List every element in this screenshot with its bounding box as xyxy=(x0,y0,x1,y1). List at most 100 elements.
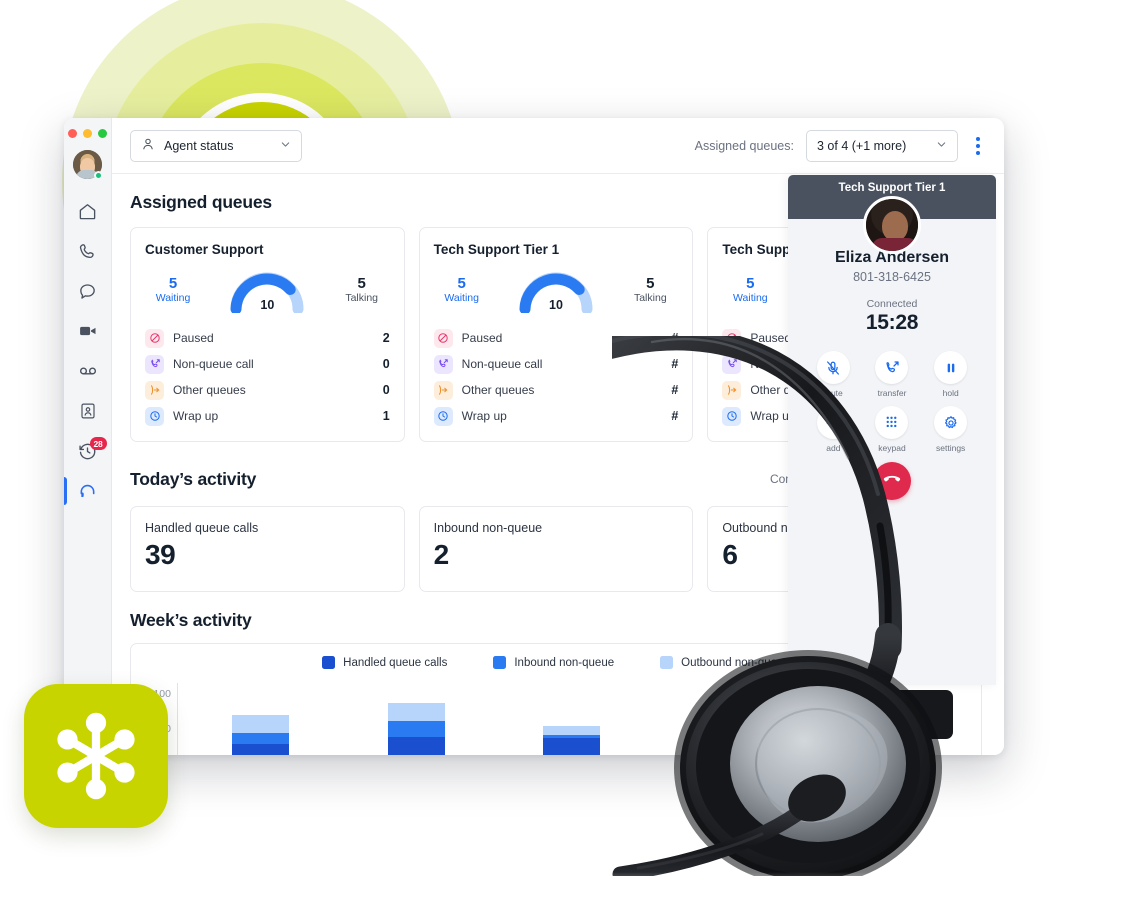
legend-label: Outbound non-queue xyxy=(681,656,790,669)
sidebar-item-meetings[interactable] xyxy=(64,315,112,347)
bar-segment xyxy=(387,720,445,737)
stat-label: Paused xyxy=(461,331,503,345)
legend-item: Inbound non-queue xyxy=(493,656,614,669)
call-timer: 15:28 xyxy=(865,311,919,334)
activity-card-label: Inbound non-queue xyxy=(433,521,543,535)
bar-segment xyxy=(543,725,601,735)
phone-icon xyxy=(78,242,97,261)
hold-button[interactable]: hold xyxy=(921,351,980,398)
legend-label: Handled queue calls xyxy=(343,656,448,669)
talking-label: Talking xyxy=(345,291,378,304)
stat-value: # xyxy=(671,331,679,345)
talking-value: 5 xyxy=(357,274,366,292)
chart-bar[interactable] xyxy=(543,725,601,755)
add-label: add xyxy=(826,443,841,453)
activity-card-value: 2 xyxy=(433,539,450,570)
stat-row: Non-queue call # xyxy=(433,351,678,377)
goto-logo-mark xyxy=(57,712,135,800)
sidebar-item-voicemail[interactable] xyxy=(64,355,112,387)
hangup-button[interactable] xyxy=(873,462,911,500)
weeks-activity-title: Week’s activity xyxy=(130,610,252,630)
top-bar: Agent status Assigned queues: 3 of 4 (+1… xyxy=(112,118,1004,174)
sidebar-item-messages[interactable] xyxy=(64,275,112,307)
bar-segment xyxy=(699,738,757,755)
stat-value: 0 xyxy=(382,357,390,371)
waiting-label: Waiting xyxy=(733,291,768,304)
chart-axis-line xyxy=(177,683,178,755)
bottom-fade xyxy=(0,872,1132,910)
close-window-button[interactable] xyxy=(68,129,77,138)
person-icon xyxy=(141,137,155,154)
hold-label: hold xyxy=(942,388,959,398)
sidebar-item-contacts[interactable] xyxy=(64,395,112,427)
legend-item: Outbound non-queue xyxy=(660,656,790,669)
queue-stat-list: Paused 2 Non-queue call 0 Other queues 0… xyxy=(145,325,390,429)
keypad-button[interactable]: keypad xyxy=(863,406,922,453)
avatar[interactable] xyxy=(73,150,103,180)
sidebar: 28 xyxy=(64,118,112,755)
minimize-window-button[interactable] xyxy=(83,129,92,138)
caller-avatar xyxy=(863,196,921,254)
call-controls: mute transfer hold add keypad settings xyxy=(788,351,996,453)
paused-icon xyxy=(145,328,164,348)
assigned-queues-dropdown[interactable]: 3 of 4 (+1 more) xyxy=(806,129,958,162)
queue-card-title: Tech Support Tier 1 xyxy=(433,242,560,257)
assigned-queues-label: Assigned queues: xyxy=(694,138,794,153)
headset-icon xyxy=(78,482,97,501)
maximize-window-button[interactable] xyxy=(98,129,107,138)
add-button[interactable]: add xyxy=(804,406,863,453)
pause-icon xyxy=(934,351,968,384)
non-queue-call-icon xyxy=(722,354,742,374)
settings-button[interactable]: settings xyxy=(921,406,980,453)
bar-segment xyxy=(854,743,912,755)
mic-muted-icon xyxy=(816,351,850,384)
sidebar-item-home[interactable] xyxy=(64,195,112,227)
legend-label: Inbound non-queue xyxy=(514,656,615,669)
queue-card[interactable]: Customer Support 5 Waiting 1 0 5 Talking … xyxy=(130,227,405,442)
call-queue-name: Tech Support Tier 1 xyxy=(838,182,946,194)
mute-button[interactable]: mute xyxy=(804,351,863,398)
chart-bar[interactable] xyxy=(387,702,445,755)
wrap-up-clock-icon xyxy=(722,406,742,426)
bar-slot xyxy=(650,683,806,755)
window-traffic-lights[interactable] xyxy=(68,129,107,138)
waiting-stat: 5 Waiting xyxy=(147,275,199,306)
queue-card[interactable]: Tech Support Tier 1 5 Waiting 10 5 Talki… xyxy=(418,227,694,442)
stat-value: 1 xyxy=(382,409,390,423)
transfer-label: transfer xyxy=(877,388,907,398)
waiting-label: Waiting xyxy=(444,291,479,304)
sidebar-item-history[interactable]: 28 xyxy=(64,435,112,467)
on-hold-bar[interactable]: On Hold Jennifer Reid 577-559-2382 xyxy=(788,690,953,739)
stat-row: Paused # xyxy=(433,325,679,351)
call-state-label: Connected xyxy=(866,298,918,310)
sidebar-item-calls[interactable] xyxy=(64,235,112,267)
stat-label: Non-queue call xyxy=(173,357,254,371)
legend-swatch-2 xyxy=(660,656,674,669)
chat-bubble-icon xyxy=(78,282,97,301)
stat-label: Paused xyxy=(173,331,214,345)
caller-phone: 801-318-6425 xyxy=(853,270,931,284)
hold-swap-icon xyxy=(798,700,826,729)
stat-row: Other queues 0 xyxy=(145,377,390,403)
talking-stat: 5 Talking xyxy=(336,275,388,306)
sidebar-item-queues[interactable] xyxy=(64,475,112,507)
dialpad-icon xyxy=(875,406,909,439)
wrap-up-clock-icon xyxy=(145,406,164,426)
more-vertical-icon[interactable] xyxy=(970,133,986,159)
chart-bar[interactable] xyxy=(232,715,290,755)
legend-swatch-0 xyxy=(322,656,336,669)
chart-bar[interactable] xyxy=(699,738,757,755)
queue-card-title: Customer Support xyxy=(145,242,264,257)
waiting-value: 5 xyxy=(746,274,755,292)
waiting-label: Waiting xyxy=(155,291,191,304)
paused-icon xyxy=(722,328,742,348)
stat-label: Wrap up xyxy=(461,409,507,423)
transfer-button[interactable]: transfer xyxy=(863,351,922,398)
gear-icon xyxy=(934,406,968,439)
bar-slot xyxy=(339,683,495,755)
stat-label: Wrap up xyxy=(173,409,219,423)
contact-card-icon xyxy=(79,402,97,420)
agent-status-dropdown[interactable]: Agent status xyxy=(130,129,302,162)
paused-icon xyxy=(433,328,453,348)
wrap-up-clock-icon xyxy=(433,406,453,426)
